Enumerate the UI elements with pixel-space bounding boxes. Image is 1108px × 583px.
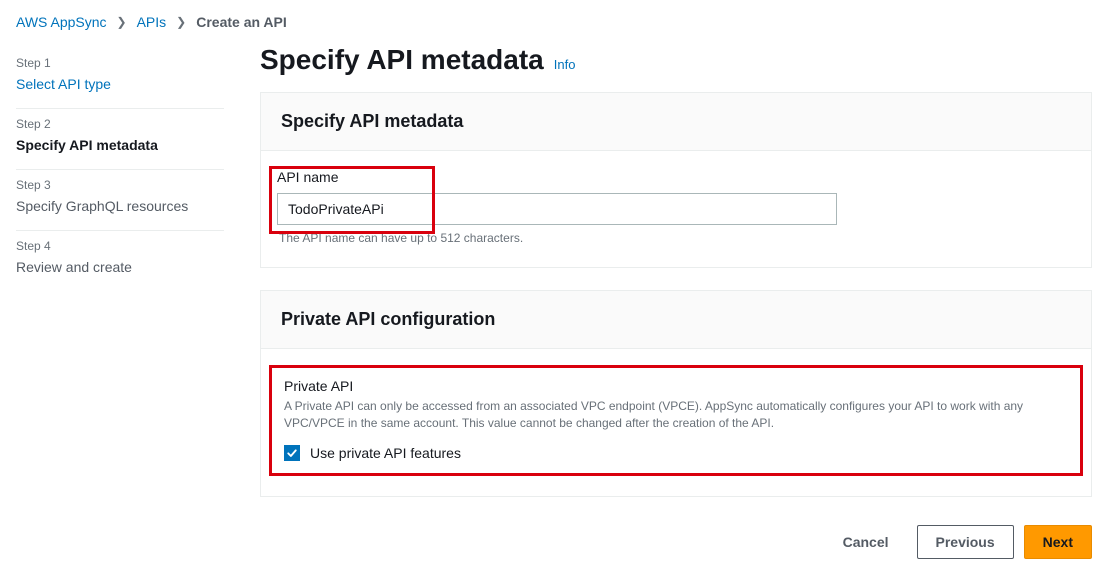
breadcrumb-apis[interactable]: APIs bbox=[137, 14, 167, 30]
panel-private-api-config: Private API configuration Private API A … bbox=[260, 290, 1092, 497]
checkbox-checked-icon[interactable] bbox=[284, 445, 300, 461]
step-name: Review and create bbox=[16, 259, 224, 275]
private-api-checkbox-label: Use private API features bbox=[310, 445, 461, 461]
highlight-box: Private API A Private API can only be ac… bbox=[269, 365, 1083, 476]
panel-header: Private API configuration bbox=[261, 291, 1091, 349]
panel-api-metadata: Specify API metadata API name The API na… bbox=[260, 92, 1092, 268]
breadcrumb-current: Create an API bbox=[196, 14, 287, 30]
wizard-step-4: Step 4 Review and create bbox=[16, 230, 224, 291]
step-number-label: Step 3 bbox=[16, 178, 224, 192]
wizard-step-1[interactable]: Step 1 Select API type bbox=[16, 56, 224, 108]
private-api-checkbox-row[interactable]: Use private API features bbox=[284, 445, 1068, 461]
step-number-label: Step 1 bbox=[16, 56, 224, 70]
api-name-input[interactable] bbox=[277, 193, 837, 225]
api-name-helper: The API name can have up to 512 characte… bbox=[271, 231, 1081, 245]
private-api-description: A Private API can only be accessed from … bbox=[284, 398, 1068, 433]
breadcrumb-root[interactable]: AWS AppSync bbox=[16, 14, 107, 30]
chevron-right-icon: ❯ bbox=[176, 15, 186, 29]
page-title: Specify API metadata bbox=[260, 44, 544, 76]
private-api-title: Private API bbox=[284, 378, 1068, 394]
cancel-button[interactable]: Cancel bbox=[825, 525, 907, 559]
wizard-footer: Cancel Previous Next bbox=[260, 519, 1092, 559]
wizard-step-3: Step 3 Specify GraphQL resources bbox=[16, 169, 224, 230]
next-button[interactable]: Next bbox=[1024, 525, 1092, 559]
info-link[interactable]: Info bbox=[554, 57, 576, 72]
step-name: Specify API metadata bbox=[16, 137, 224, 153]
breadcrumb: AWS AppSync ❯ APIs ❯ Create an API bbox=[0, 0, 1108, 38]
panel-header: Specify API metadata bbox=[261, 93, 1091, 151]
wizard-steps-sidebar: Step 1 Select API type Step 2 Specify AP… bbox=[16, 38, 224, 583]
step-name: Specify GraphQL resources bbox=[16, 198, 224, 214]
api-name-label: API name bbox=[269, 169, 1081, 185]
step-number-label: Step 2 bbox=[16, 117, 224, 131]
main-content: Specify API metadata Info Specify API me… bbox=[260, 38, 1092, 583]
chevron-right-icon: ❯ bbox=[117, 15, 127, 29]
wizard-step-2: Step 2 Specify API metadata bbox=[16, 108, 224, 169]
step-name[interactable]: Select API type bbox=[16, 76, 224, 92]
previous-button[interactable]: Previous bbox=[917, 525, 1014, 559]
step-number-label: Step 4 bbox=[16, 239, 224, 253]
